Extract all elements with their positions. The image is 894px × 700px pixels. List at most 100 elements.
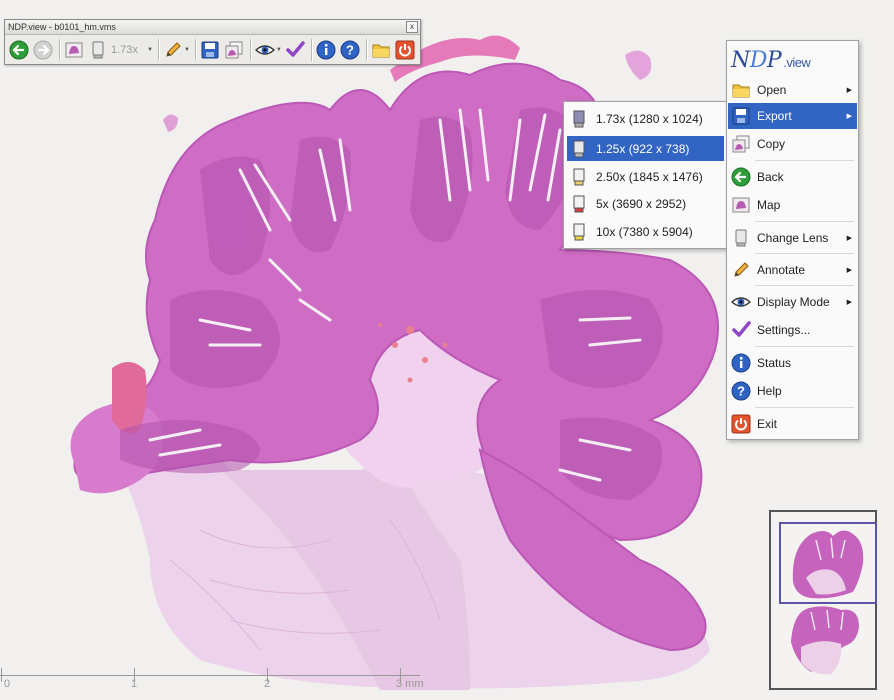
- disk-icon: [201, 41, 219, 58]
- checkmark-icon: [286, 40, 305, 57]
- export-option-label: 10x (7380 x 5904): [596, 224, 693, 239]
- settings-button[interactable]: [284, 39, 306, 61]
- export-option-2-50x[interactable]: 2.50x (1845 x 1476): [567, 164, 724, 189]
- toolbar-separator: [249, 38, 251, 61]
- chevron-down-icon[interactable]: ▼: [184, 47, 190, 53]
- menu-item-label: Help: [757, 384, 782, 398]
- window-title: NDP.view - b0101_hm.vms: [8, 22, 116, 32]
- info-icon: [316, 40, 336, 59]
- pencil-icon: [166, 41, 181, 57]
- chevron-down-icon[interactable]: ▼: [147, 47, 153, 53]
- export-option-label: 1.25x (922 x 738): [596, 141, 690, 156]
- power-icon: [395, 40, 415, 59]
- submenu-arrow-icon: ▶: [846, 299, 852, 306]
- status-button[interactable]: [315, 39, 337, 61]
- menu-item-export[interactable]: Export ▶: [728, 103, 857, 129]
- lens-icon: [573, 110, 585, 127]
- menu-item-annotate[interactable]: Annotate ▶: [728, 257, 857, 283]
- pencil-icon: [734, 262, 749, 277]
- back-icon: [731, 167, 751, 187]
- menu-item-label: Settings...: [757, 323, 811, 337]
- scale-label: 0: [4, 678, 11, 690]
- lens-button[interactable]: [87, 39, 109, 61]
- forward-icon: [33, 40, 53, 59]
- scale-line: [0, 675, 420, 676]
- menu-item-open[interactable]: Open ▶: [728, 77, 857, 103]
- help-button[interactable]: ?: [339, 39, 361, 61]
- menu-separator: [755, 346, 854, 347]
- export-option-1-25x[interactable]: 1.25x (922 x 738): [567, 136, 724, 161]
- map-icon: [732, 197, 750, 213]
- svg-text:?: ?: [737, 384, 745, 399]
- submenu-arrow-icon: ▶: [846, 113, 852, 120]
- toolbar-separator: [59, 38, 60, 61]
- toolbar: 1.73x ▼ ▼ ▼ ?: [5, 35, 420, 64]
- menu-item-label: Back: [757, 170, 784, 184]
- context-menu: NDP .view Open ▶ Export ▶ Copy Back Map C…: [726, 40, 859, 440]
- scale-label: 2: [264, 678, 271, 690]
- submenu-arrow-icon: ▶: [846, 267, 852, 274]
- toolbar-separator: [365, 38, 367, 61]
- menu-item-label: Exit: [757, 417, 778, 431]
- scale-tick: [1, 668, 2, 682]
- lens-icon: [573, 223, 585, 240]
- menu-item-change-lens[interactable]: Change Lens ▶: [728, 225, 857, 251]
- menu-item-label: Change Lens: [757, 231, 829, 245]
- menu-separator: [755, 221, 854, 222]
- open-button[interactable]: [370, 39, 392, 61]
- export-option-5x[interactable]: 5x (3690 x 2952): [567, 191, 724, 216]
- zoom-level: 1.73x: [111, 43, 138, 56]
- export-option-label: 1.73x (1280 x 1024): [596, 111, 703, 126]
- menu-separator: [755, 285, 854, 286]
- lens-icon: [92, 41, 104, 58]
- copy-icon: [225, 41, 243, 58]
- back-icon: [9, 40, 29, 59]
- exit-button[interactable]: [394, 39, 416, 61]
- export-option-1-73x[interactable]: 1.73x (1280 x 1024): [567, 106, 724, 131]
- power-icon: [731, 414, 751, 434]
- menu-item-settings[interactable]: Settings...: [728, 317, 857, 343]
- menu-separator: [755, 407, 854, 408]
- help-icon: ?: [340, 40, 360, 59]
- copy-button[interactable]: [223, 39, 245, 61]
- lens-icon: [573, 168, 585, 185]
- submenu-arrow-icon: ▶: [846, 87, 852, 94]
- annotate-button[interactable]: [162, 39, 184, 61]
- toolbar-separator: [310, 38, 312, 61]
- svg-text:?: ?: [346, 42, 354, 57]
- menu-item-back[interactable]: Back: [728, 164, 857, 190]
- toolbar-separator: [194, 38, 196, 61]
- menu-item-map[interactable]: Map: [728, 192, 857, 218]
- chevron-down-icon[interactable]: ▼: [276, 47, 282, 53]
- menu-item-exit[interactable]: Exit: [728, 411, 857, 437]
- scale-label: 3 mm: [396, 678, 424, 690]
- display-mode-button[interactable]: [254, 39, 276, 61]
- menu-item-label: Map: [757, 198, 781, 212]
- viewport-frame[interactable]: [779, 522, 877, 604]
- overview-panel[interactable]: [769, 510, 877, 690]
- export-option-label: 5x (3690 x 2952): [596, 196, 687, 211]
- lens-icon: [573, 195, 585, 212]
- export-submenu: 1.73x (1280 x 1024) 1.25x (922 x 738) 2.…: [563, 101, 728, 249]
- folder-icon: [372, 44, 390, 57]
- menu-item-label: Status: [757, 356, 792, 370]
- menu-item-display-mode[interactable]: Display Mode ▶: [728, 289, 857, 315]
- toolbar-window[interactable]: NDP.view - b0101_hm.vms x 1.73x ▼ ▼ ▼ ?: [4, 19, 421, 65]
- menu-item-label: Display Mode: [757, 295, 830, 309]
- menu-item-status[interactable]: Status: [728, 350, 857, 376]
- help-icon: ?: [731, 381, 751, 401]
- export-button[interactable]: [199, 39, 221, 61]
- export-option-label: 2.50x (1845 x 1476): [596, 169, 703, 184]
- folder-icon: [732, 84, 750, 98]
- menu-item-copy[interactable]: Copy: [728, 131, 857, 157]
- menu-item-help[interactable]: ? Help: [728, 378, 857, 404]
- toolbar-titlebar[interactable]: NDP.view - b0101_hm.vms x: [5, 20, 420, 35]
- close-button[interactable]: x: [406, 21, 418, 33]
- map-button[interactable]: [63, 39, 85, 61]
- info-icon: [731, 353, 751, 373]
- back-button[interactable]: [8, 39, 30, 61]
- export-option-10x[interactable]: 10x (7380 x 5904): [567, 219, 724, 244]
- forward-button[interactable]: [32, 39, 54, 61]
- ndp-view-logo: NDP .view: [731, 48, 811, 73]
- menu-item-label: Export: [757, 109, 792, 123]
